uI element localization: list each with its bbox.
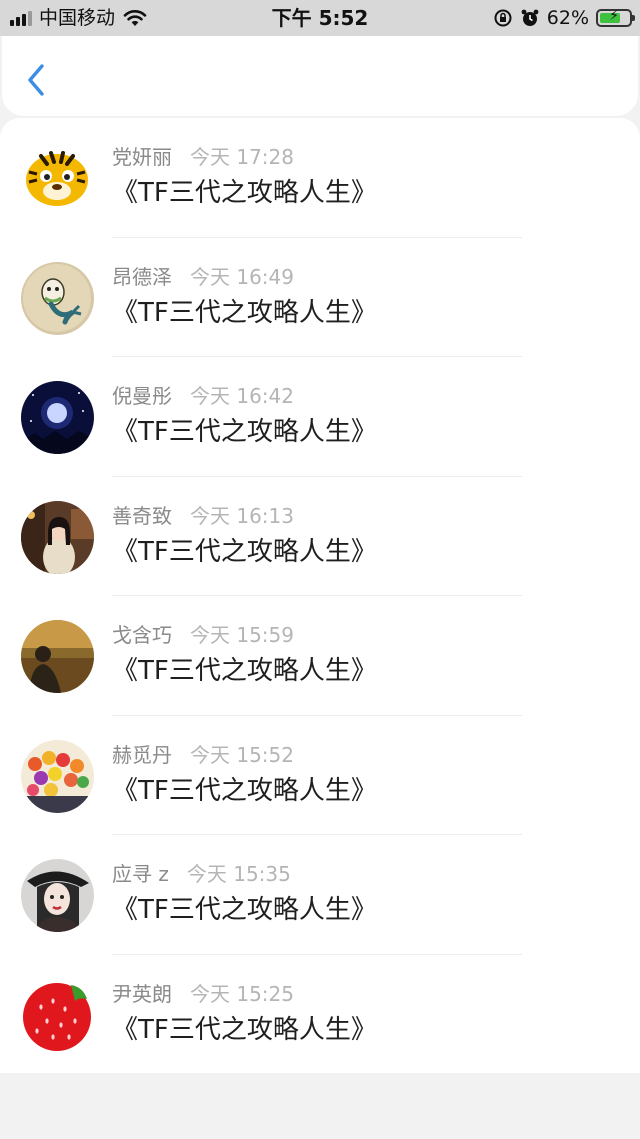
comment-meta: 戈含巧 今天 15:59 bbox=[112, 622, 294, 648]
flowers-avatar[interactable] bbox=[21, 739, 94, 813]
comment-time: 今天 16:42 bbox=[190, 384, 294, 408]
comment-meta: 应寻 z 今天 15:35 bbox=[112, 861, 291, 887]
rotation-lock-icon bbox=[494, 9, 512, 27]
list-item[interactable]: 倪曼彤 今天 16:42 《TF三代之攻略人生》 bbox=[0, 357, 640, 477]
moon-night-avatar[interactable] bbox=[21, 381, 94, 454]
chevron-left-icon bbox=[28, 64, 44, 96]
book-title[interactable]: 《TF三代之攻略人生》 bbox=[112, 415, 377, 449]
book-title[interactable]: 《TF三代之攻略人生》 bbox=[112, 774, 377, 808]
user-name[interactable]: 党妍丽 bbox=[112, 145, 172, 169]
comment-meta: 尹英朗 今天 15:25 bbox=[112, 981, 294, 1007]
alarm-icon bbox=[521, 9, 539, 26]
list-item[interactable]: 党妍丽 今天 17:28 《TF三代之攻略人生》 bbox=[0, 118, 640, 238]
comment-meta: 倪曼彤 今天 16:42 bbox=[112, 383, 294, 409]
list-item[interactable]: 尹英朗 今天 15:25 《TF三代之攻略人生》 bbox=[0, 955, 640, 1075]
battery-charging-icon: ⚡ bbox=[596, 8, 635, 27]
comment-time: 今天 15:25 bbox=[190, 981, 294, 1006]
comment-meta: 党妍丽 今天 17:28 bbox=[112, 144, 294, 170]
battery-percent: 62% bbox=[546, 7, 589, 29]
book-title[interactable]: 《TF三代之攻略人生》 bbox=[112, 176, 377, 210]
comment-meta: 昂德泽 今天 16:49 bbox=[112, 264, 294, 290]
user-name[interactable]: 戈含巧 bbox=[112, 623, 172, 647]
book-title[interactable]: 《TF三代之攻略人生》 bbox=[112, 893, 377, 927]
cafe-girl-avatar[interactable] bbox=[21, 500, 94, 574]
list-item[interactable]: 善奇致 今天 16:13 《TF三代之攻略人生》 bbox=[0, 477, 640, 596]
list-item[interactable]: 昂德泽 今天 16:49 《TF三代之攻略人生》 bbox=[0, 238, 640, 357]
status-right: 62% ⚡ bbox=[493, 5, 635, 31]
nav-header bbox=[2, 36, 638, 116]
user-name[interactable]: 赫觅丹 bbox=[112, 743, 172, 767]
comment-time: 今天 16:13 bbox=[190, 503, 294, 528]
back-button[interactable] bbox=[20, 60, 54, 100]
comment-meta: 赫觅丹 今天 15:52 bbox=[112, 742, 294, 768]
comment-list: 党妍丽 今天 17:28 《TF三代之攻略人生》 昂德泽 今天 16:49 《TF三… bbox=[0, 118, 640, 1073]
list-item[interactable]: 应寻 z 今天 15:35 《TF三代之攻略人生》 bbox=[0, 835, 640, 955]
tiger-avatar[interactable] bbox=[21, 142, 94, 215]
comment-meta: 善奇致 今天 16:13 bbox=[112, 503, 294, 529]
strawberry-avatar[interactable] bbox=[21, 978, 94, 1052]
book-title[interactable]: 《TF三代之攻略人生》 bbox=[112, 1013, 377, 1047]
user-name[interactable]: 倪曼彤 bbox=[112, 384, 172, 408]
list-item[interactable]: 戈含巧 今天 15:59 《TF三代之攻略人生》 bbox=[0, 596, 640, 716]
comment-time: 今天 15:52 bbox=[190, 742, 294, 767]
comment-time: 今天 15:35 bbox=[186, 862, 291, 886]
comment-time: 今天 17:28 bbox=[190, 145, 294, 169]
book-title[interactable]: 《TF三代之攻略人生》 bbox=[112, 654, 377, 688]
hat-girl-avatar[interactable] bbox=[21, 859, 94, 932]
list-item[interactable]: 赫觅丹 今天 15:52 《TF三代之攻略人生》 bbox=[0, 716, 640, 835]
user-name[interactable]: 尹英朗 bbox=[112, 982, 172, 1006]
user-name[interactable]: 昂德泽 bbox=[112, 265, 172, 289]
sunset-person-avatar[interactable] bbox=[21, 620, 94, 693]
comment-time: 今天 15:59 bbox=[190, 623, 294, 647]
user-name[interactable]: 善奇致 bbox=[112, 504, 172, 528]
user-name[interactable]: 应寻 z bbox=[112, 862, 169, 886]
status-bar: 中国移动 下午 5:52 62% ⚡ bbox=[0, 0, 640, 36]
sketch-avatar[interactable] bbox=[21, 261, 94, 335]
book-title[interactable]: 《TF三代之攻略人生》 bbox=[112, 535, 377, 569]
book-title[interactable]: 《TF三代之攻略人生》 bbox=[112, 296, 377, 330]
comment-time: 今天 16:49 bbox=[190, 264, 294, 289]
